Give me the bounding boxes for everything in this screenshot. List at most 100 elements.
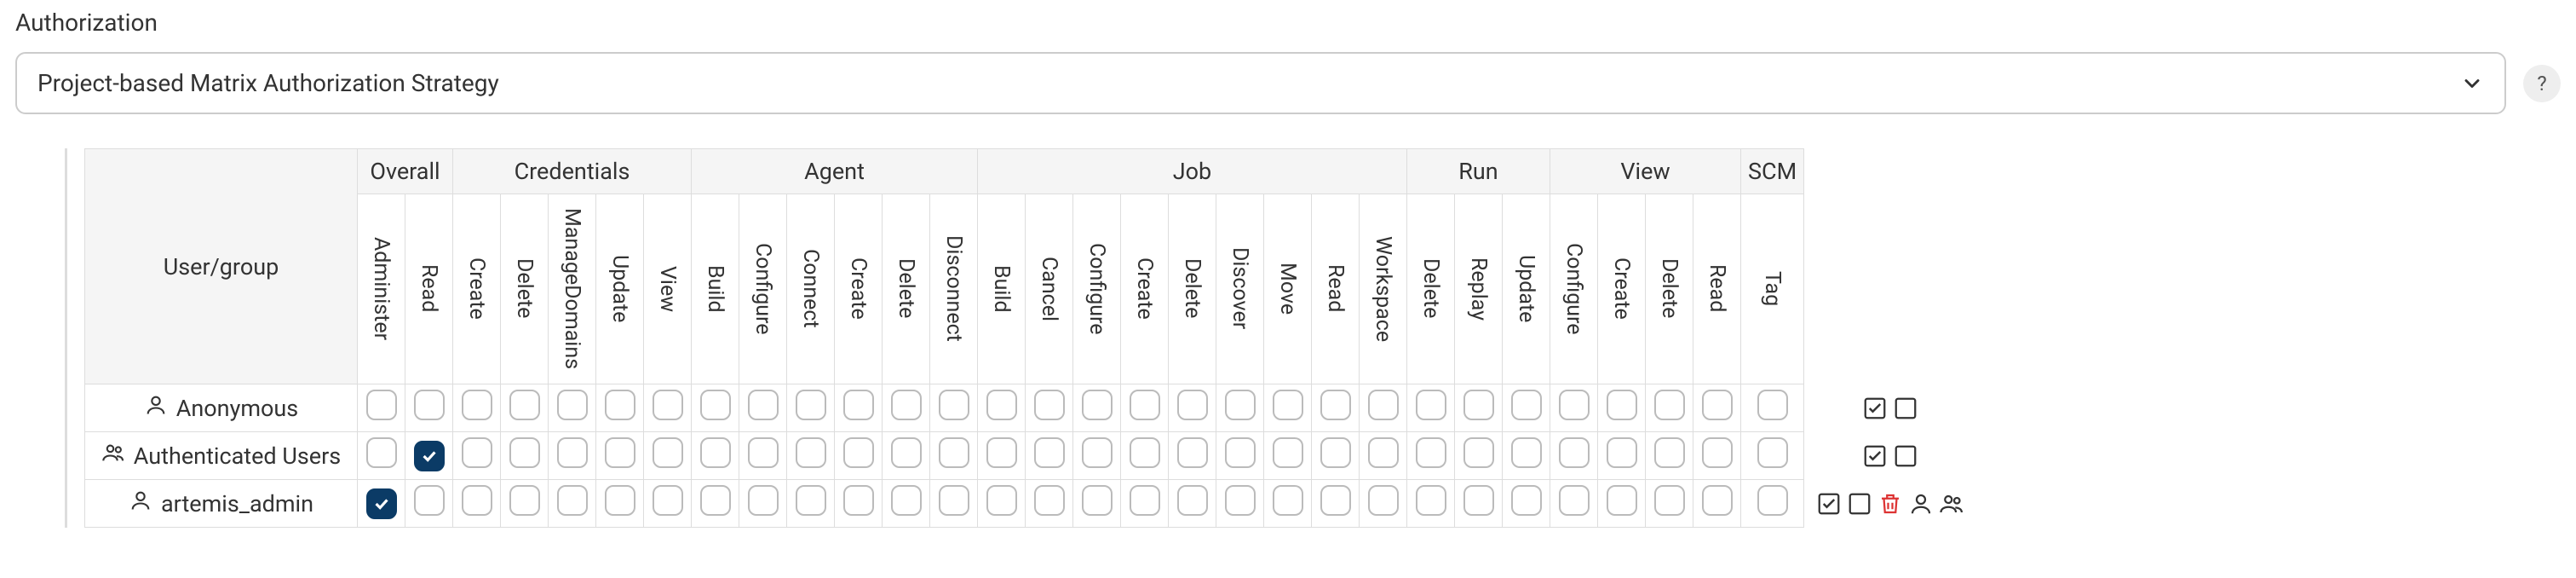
delete-action[interactable]: [1876, 489, 1905, 518]
people-action[interactable]: [1937, 489, 1966, 518]
select-all-action[interactable]: [1860, 442, 1889, 471]
permission-checkbox[interactable]: [700, 390, 731, 420]
permission-checkbox[interactable]: [509, 485, 540, 516]
permission-checkbox[interactable]: [1273, 485, 1303, 516]
permission-checkbox[interactable]: [1757, 485, 1788, 516]
permission-checkbox[interactable]: [939, 485, 969, 516]
permission-checkbox[interactable]: [939, 390, 969, 420]
permission-checkbox[interactable]: [366, 437, 397, 468]
permission-checkbox[interactable]: [1273, 437, 1303, 468]
permission-checkbox[interactable]: [366, 390, 397, 420]
permission-checkbox[interactable]: [986, 437, 1017, 468]
permission-checkbox[interactable]: [1034, 485, 1065, 516]
permission-checkbox[interactable]: [1320, 390, 1351, 420]
permission-checkbox[interactable]: [748, 485, 779, 516]
permission-checkbox[interactable]: [843, 485, 874, 516]
permission-checkbox[interactable]: [1177, 485, 1208, 516]
permission-checkbox[interactable]: [462, 437, 492, 468]
permission-checkbox[interactable]: [1368, 390, 1399, 420]
permission-checkbox[interactable]: [557, 437, 588, 468]
permission-checkbox[interactable]: [1702, 390, 1733, 420]
permission-checkbox[interactable]: [1654, 437, 1685, 468]
help-button[interactable]: ?: [2523, 65, 2561, 102]
permission-checkbox[interactable]: [796, 437, 826, 468]
permission-checkbox[interactable]: [605, 485, 635, 516]
permission-checkbox[interactable]: [796, 390, 826, 420]
authorization-strategy-dropdown[interactable]: Project-based Matrix Authorization Strat…: [15, 52, 2506, 114]
select-all-action[interactable]: [1814, 489, 1843, 518]
person-action[interactable]: [1906, 489, 1935, 518]
permission-checkbox[interactable]: [605, 390, 635, 420]
permission-checkbox[interactable]: [1511, 390, 1542, 420]
permission-checkbox[interactable]: [1654, 390, 1685, 420]
permission-checkbox[interactable]: [1082, 437, 1113, 468]
permission-checkbox[interactable]: [557, 485, 588, 516]
permission-checkbox[interactable]: [1559, 437, 1590, 468]
permission-checkbox[interactable]: [366, 488, 397, 519]
permission-checkbox[interactable]: [700, 437, 731, 468]
permission-checkbox[interactable]: [1368, 485, 1399, 516]
permission-checkbox[interactable]: [1511, 485, 1542, 516]
unselect-all-action[interactable]: [1891, 394, 1920, 423]
permission-checkbox[interactable]: [509, 437, 540, 468]
permission-checkbox[interactable]: [891, 485, 922, 516]
permission-checkbox[interactable]: [1130, 437, 1160, 468]
permission-checkbox[interactable]: [1559, 390, 1590, 420]
permission-checkbox[interactable]: [414, 390, 445, 420]
select-all-action[interactable]: [1860, 394, 1889, 423]
permission-checkbox[interactable]: [1654, 485, 1685, 516]
permission-checkbox[interactable]: [1463, 485, 1494, 516]
permission-checkbox[interactable]: [1607, 390, 1637, 420]
permission-checkbox[interactable]: [748, 437, 779, 468]
unselect-all-action[interactable]: [1845, 489, 1874, 518]
permission-checkbox[interactable]: [1416, 390, 1446, 420]
permission-checkbox[interactable]: [1368, 437, 1399, 468]
permission-checkbox[interactable]: [653, 390, 683, 420]
permission-checkbox[interactable]: [605, 437, 635, 468]
permission-checkbox[interactable]: [1757, 437, 1788, 468]
permission-checkbox[interactable]: [796, 485, 826, 516]
permission-checkbox[interactable]: [1511, 437, 1542, 468]
permission-checkbox[interactable]: [414, 485, 445, 516]
permission-checkbox[interactable]: [891, 437, 922, 468]
permission-checkbox[interactable]: [1082, 390, 1113, 420]
permission-checkbox[interactable]: [1177, 437, 1208, 468]
permission-checkbox[interactable]: [1559, 485, 1590, 516]
permission-checkbox[interactable]: [1702, 485, 1733, 516]
permission-checkbox[interactable]: [1320, 485, 1351, 516]
permission-checkbox[interactable]: [557, 390, 588, 420]
permission-checkbox[interactable]: [986, 390, 1017, 420]
permission-checkbox[interactable]: [1225, 390, 1256, 420]
permission-checkbox[interactable]: [891, 390, 922, 420]
permission-checkbox[interactable]: [1702, 437, 1733, 468]
permission-checkbox[interactable]: [1463, 390, 1494, 420]
permission-checkbox[interactable]: [1225, 437, 1256, 468]
permission-checkbox[interactable]: [509, 390, 540, 420]
permission-checkbox[interactable]: [1607, 437, 1637, 468]
permission-checkbox[interactable]: [1416, 437, 1446, 468]
permission-checkbox[interactable]: [843, 390, 874, 420]
permission-checkbox[interactable]: [1416, 485, 1446, 516]
permission-checkbox[interactable]: [700, 485, 731, 516]
permission-checkbox[interactable]: [748, 390, 779, 420]
permission-checkbox[interactable]: [986, 485, 1017, 516]
permission-checkbox[interactable]: [1130, 390, 1160, 420]
permission-checkbox[interactable]: [1130, 485, 1160, 516]
unselect-all-action[interactable]: [1891, 442, 1920, 471]
permission-checkbox[interactable]: [939, 437, 969, 468]
permission-checkbox[interactable]: [462, 390, 492, 420]
permission-checkbox[interactable]: [843, 437, 874, 468]
permission-checkbox[interactable]: [1463, 437, 1494, 468]
permission-checkbox[interactable]: [1320, 437, 1351, 468]
permission-checkbox[interactable]: [653, 437, 683, 468]
permission-checkbox[interactable]: [1273, 390, 1303, 420]
permission-checkbox[interactable]: [1757, 390, 1788, 420]
permission-checkbox[interactable]: [1225, 485, 1256, 516]
permission-checkbox[interactable]: [653, 485, 683, 516]
permission-checkbox[interactable]: [1082, 485, 1113, 516]
permission-checkbox[interactable]: [1034, 390, 1065, 420]
permission-checkbox[interactable]: [1034, 437, 1065, 468]
permission-checkbox[interactable]: [462, 485, 492, 516]
permission-checkbox[interactable]: [1177, 390, 1208, 420]
permission-checkbox[interactable]: [1607, 485, 1637, 516]
